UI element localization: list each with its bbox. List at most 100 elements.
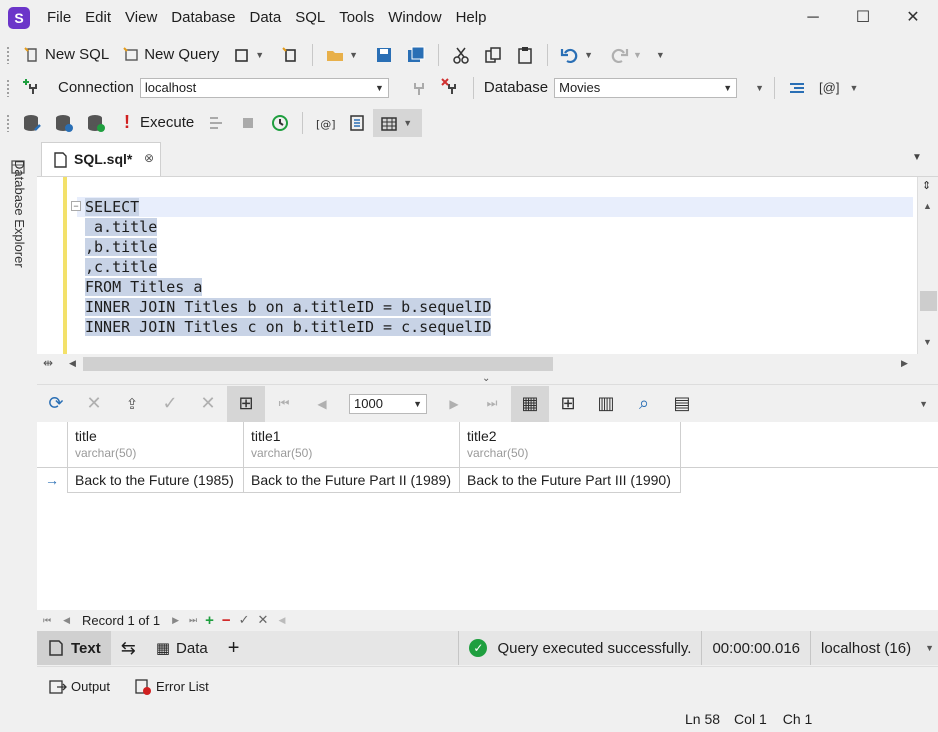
add-tab-button[interactable]: + <box>218 631 250 665</box>
next-page-button[interactable]: ▶ <box>435 386 473 422</box>
scroll-right-icon[interactable]: ▶ <box>901 358 908 369</box>
disconnect-button[interactable] <box>435 74 467 102</box>
database-select[interactable]: Movies ▼ <box>554 77 738 98</box>
toolbar-grip[interactable] <box>6 113 10 132</box>
grid-cell[interactable]: Back to the Future Part III (1990) <box>460 468 681 493</box>
card-view-button[interactable]: ⊞ <box>549 386 587 422</box>
new-file-button[interactable] <box>274 41 306 69</box>
splitter-chevron-icon[interactable]: ⌄ <box>482 373 490 384</box>
column-header[interactable]: title varchar(50) <box>68 422 244 468</box>
chevron-down-icon[interactable]: ▼ <box>399 118 416 128</box>
new-sql-button[interactable]: New SQL <box>16 41 115 69</box>
new-connection-button[interactable] <box>16 74 48 102</box>
redo-button[interactable]: ▼ <box>603 41 652 69</box>
results-grid[interactable]: title varchar(50) title1 varchar(50) tit… <box>37 422 938 610</box>
split-icon[interactable]: ⇕ <box>922 179 931 192</box>
menu-data[interactable]: Data <box>243 0 289 36</box>
toolbar-overflow-icon[interactable]: ▼ <box>652 50 669 60</box>
prev-page-button[interactable]: ◀ <box>303 386 341 422</box>
columns-button[interactable]: ▥ <box>587 386 625 422</box>
history-button[interactable] <box>264 109 296 137</box>
database-explorer-tab[interactable]: Database Explorer <box>12 160 27 268</box>
minimize-button[interactable]: ─ <box>788 0 838 36</box>
connection-select[interactable]: localhost ▼ <box>139 77 389 98</box>
grid-cell[interactable]: Back to the Future Part II (1989) <box>244 468 460 493</box>
scroll-thumb[interactable] <box>920 291 937 311</box>
parameters-insert-button[interactable]: [@] <box>309 109 341 137</box>
stop-button[interactable] <box>232 109 264 137</box>
grid-cell[interactable]: Back to the Future (1985) <box>68 468 244 493</box>
tab-output[interactable]: Output <box>37 667 122 707</box>
save-all-button[interactable] <box>400 41 432 69</box>
scroll-left-icon[interactable]: ◀ <box>278 615 285 626</box>
paging-toggle[interactable]: ⊞ <box>227 385 265 422</box>
prev-record-icon[interactable]: ◀ <box>63 615 70 626</box>
first-record-icon[interactable]: ⏮ <box>43 615 51 626</box>
copy-button[interactable] <box>477 41 509 69</box>
editor-horizontal-scrollbar[interactable]: ⇹ ◀ ▶ <box>37 354 938 374</box>
query-format-button[interactable] <box>781 74 813 102</box>
tab-list-chevron-icon[interactable]: ▼ <box>912 152 922 163</box>
undo-button[interactable]: ▼ <box>554 41 603 69</box>
menu-sql[interactable]: SQL <box>288 0 332 36</box>
chevron-down-icon[interactable]: ▼ <box>251 50 268 60</box>
tab-switch[interactable]: ⇆ <box>111 631 146 665</box>
scroll-left-icon[interactable]: ◀ <box>69 358 76 369</box>
toolbar-overflow-icon[interactable]: ▼ <box>845 83 862 93</box>
tab-sql-file[interactable]: SQL.sql* ⊗ <box>41 142 161 176</box>
open-button[interactable]: ▼ <box>319 41 368 69</box>
check-icon[interactable]: ✓ <box>239 612 250 628</box>
column-header[interactable]: title2 varchar(50) <box>460 422 681 468</box>
tab-text[interactable]: Text <box>37 631 111 665</box>
refresh-button[interactable]: ⟳ <box>37 386 75 422</box>
close-button[interactable]: ✕ <box>888 0 938 36</box>
next-record-icon[interactable]: ▶ <box>172 615 179 626</box>
chevron-down-icon[interactable]: ▼ <box>921 643 938 653</box>
tab-error-list[interactable]: Error List <box>122 667 221 707</box>
results-pane-toggle[interactable]: ▼ <box>373 108 423 137</box>
new-query-button[interactable]: New Query <box>115 41 225 69</box>
split-horizontal-icon[interactable]: ⇹ <box>43 356 53 370</box>
maximize-button[interactable]: ☐ <box>838 0 888 36</box>
cancel-button[interactable]: ✕ <box>75 386 113 422</box>
find-button[interactable]: ⌕ <box>625 386 663 422</box>
sql-editor[interactable]: − SELECT a.title ,b.title ,c.title FROM … <box>37 176 938 354</box>
apply-button[interactable]: ✓ <box>151 386 189 422</box>
chevron-down-icon[interactable]: ▼ <box>580 50 597 60</box>
script-button[interactable] <box>341 109 373 137</box>
chevron-down-icon[interactable]: ▼ <box>629 50 646 60</box>
toolbar-overflow-icon[interactable]: ▼ <box>915 399 932 409</box>
execute-current-button[interactable] <box>200 109 232 137</box>
save-button[interactable] <box>368 41 400 69</box>
last-page-button[interactable]: ⏭ <box>473 386 511 422</box>
scroll-thumb[interactable] <box>83 357 553 371</box>
menu-view[interactable]: View <box>118 0 164 36</box>
scroll-up-icon[interactable]: ▲ <box>923 201 932 211</box>
menu-file[interactable]: File <box>40 0 78 36</box>
page-size-select[interactable]: 1000 ▼ <box>349 393 427 414</box>
add-record-icon[interactable]: + <box>205 612 214 629</box>
toolbar-overflow-icon[interactable]: ▼ <box>751 83 768 93</box>
new-document-button[interactable]: ▼ <box>225 41 274 69</box>
db-refresh-button[interactable] <box>48 109 80 137</box>
column-header[interactable]: title1 varchar(50) <box>244 422 460 468</box>
db-edit-button[interactable] <box>16 109 48 137</box>
parameters-button[interactable]: [@] <box>813 74 845 102</box>
menu-window[interactable]: Window <box>381 0 448 36</box>
grid-options-button[interactable]: ▤ <box>663 386 701 422</box>
cut-button[interactable] <box>445 41 477 69</box>
fold-toggle-icon[interactable]: − <box>71 201 81 211</box>
first-page-button[interactable]: ⏮ <box>265 386 303 422</box>
toolbar-grip[interactable] <box>6 45 10 64</box>
toolbar-grip[interactable] <box>6 78 10 97</box>
discard-button[interactable]: ✕ <box>189 386 227 422</box>
menu-database[interactable]: Database <box>164 0 242 36</box>
code-content[interactable]: SELECT a.title ,b.title ,c.title FROM Ti… <box>85 197 492 337</box>
db-check-button[interactable] <box>80 109 112 137</box>
scroll-down-icon[interactable]: ▼ <box>923 337 932 347</box>
tab-data[interactable]: ▦ Data <box>146 631 218 665</box>
editor-vertical-scrollbar[interactable]: ⇕ ▲ ▼ <box>917 177 938 354</box>
chevron-down-icon[interactable]: ▼ <box>345 50 362 60</box>
export-button[interactable]: ⇪ <box>113 386 151 422</box>
grid-view-button[interactable]: ▦ <box>511 385 549 422</box>
